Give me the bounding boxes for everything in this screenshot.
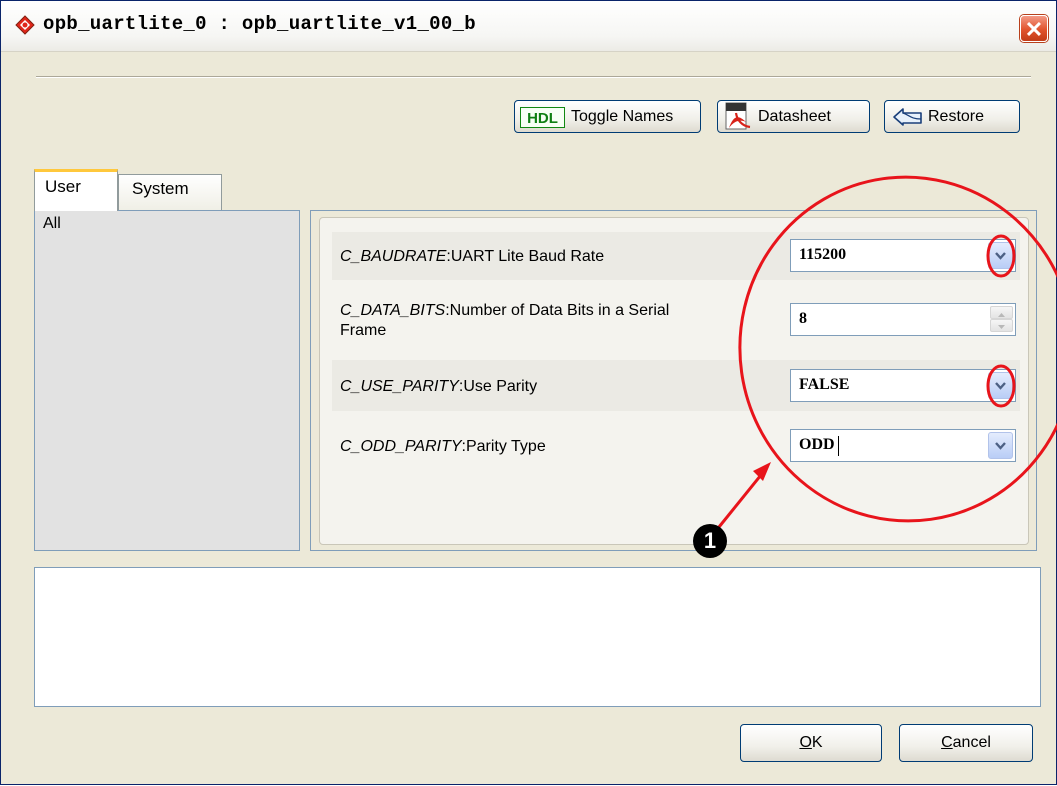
dropdown-arrow-icon[interactable]: [988, 372, 1013, 399]
spinner-up-button[interactable]: [990, 306, 1013, 319]
param-name: C_ODD_PARITY: [340, 438, 462, 455]
hdl-icon: HDL: [520, 107, 565, 128]
category-item-all[interactable]: All: [43, 215, 61, 233]
description-box[interactable]: [34, 567, 1041, 707]
param-name: C_USE_PARITY: [340, 378, 459, 395]
toggle-names-button[interactable]: HDL Toggle Names: [514, 100, 701, 133]
param-desc: UART Lite Baud Rate: [450, 248, 605, 265]
param-label-baudrate: C_BAUDRATE:UART Lite Baud Rate: [340, 248, 605, 265]
ok-mnemonic: O: [799, 734, 812, 751]
param-name: C_BAUDRATE: [340, 248, 447, 265]
cancel-button[interactable]: Cancel: [899, 724, 1033, 762]
header-separator: [36, 76, 1031, 78]
param-desc-line2: Frame: [340, 322, 387, 339]
window-title: opb_uartlite_0 : opb_uartlite_v1_00_b: [43, 13, 476, 35]
baudrate-value: 115200: [799, 246, 847, 263]
dropdown-arrow-icon[interactable]: [988, 242, 1013, 269]
param-label-data-bits: C_DATA_BITS:Number of Data Bits in a Ser…: [340, 302, 670, 339]
param-desc: Use Parity: [463, 378, 538, 395]
param-name: C_DATA_BITS: [340, 302, 446, 319]
tab-system[interactable]: System: [118, 174, 222, 210]
annotation-marker: 1: [693, 524, 727, 558]
cancel-mnemonic: C: [941, 734, 953, 751]
text-caret: [838, 436, 839, 456]
param-desc: Number of Data Bits in a Serial: [449, 302, 670, 319]
param-label-odd-parity: C_ODD_PARITY:Parity Type: [340, 438, 546, 455]
close-icon: ✕: [1024, 17, 1044, 42]
category-list[interactable]: All: [34, 210, 300, 551]
cancel-label: Cancel: [941, 734, 991, 751]
restore-label: Restore: [928, 108, 985, 125]
use-parity-value: FALSE: [799, 376, 850, 393]
cancel-label-rest: ancel: [952, 734, 991, 751]
odd-parity-value: ODD: [799, 436, 835, 453]
close-button[interactable]: ✕: [1020, 15, 1048, 42]
baudrate-dropdown[interactable]: 115200: [790, 239, 1016, 272]
tab-user[interactable]: User: [34, 169, 118, 211]
restore-icon: [893, 108, 922, 126]
dialog-window: opb_uartlite_0 : opb_uartlite_v1_00_b ✕ …: [0, 0, 1057, 785]
tab-user-label: User: [45, 177, 81, 196]
param-label-use-parity: C_USE_PARITY:Use Parity: [340, 378, 538, 395]
restore-button[interactable]: Restore: [884, 100, 1020, 133]
ok-button[interactable]: OK: [740, 724, 882, 762]
pane-splitter[interactable]: [300, 210, 310, 551]
spinner-down-button[interactable]: [990, 319, 1013, 332]
odd-parity-dropdown[interactable]: ODD: [790, 429, 1016, 462]
ok-label: OK: [799, 734, 822, 751]
dropdown-arrow-icon[interactable]: [988, 432, 1013, 459]
param-desc: Parity Type: [465, 438, 546, 455]
use-parity-dropdown[interactable]: FALSE: [790, 369, 1016, 402]
ok-label-rest: K: [811, 734, 823, 751]
toggle-names-label: Toggle Names: [571, 108, 674, 125]
spinner-icon[interactable]: [990, 306, 1013, 333]
data-bits-value: 8: [799, 310, 807, 327]
pdf-icon: [725, 102, 751, 130]
app-icon: [15, 15, 35, 35]
title-bar[interactable]: opb_uartlite_0 : opb_uartlite_v1_00_b ✕: [1, 1, 1056, 52]
tab-system-label: System: [132, 179, 189, 198]
datasheet-label: Datasheet: [758, 108, 831, 125]
data-bits-spinner[interactable]: 8: [790, 303, 1016, 336]
datasheet-button[interactable]: Datasheet: [717, 100, 870, 133]
